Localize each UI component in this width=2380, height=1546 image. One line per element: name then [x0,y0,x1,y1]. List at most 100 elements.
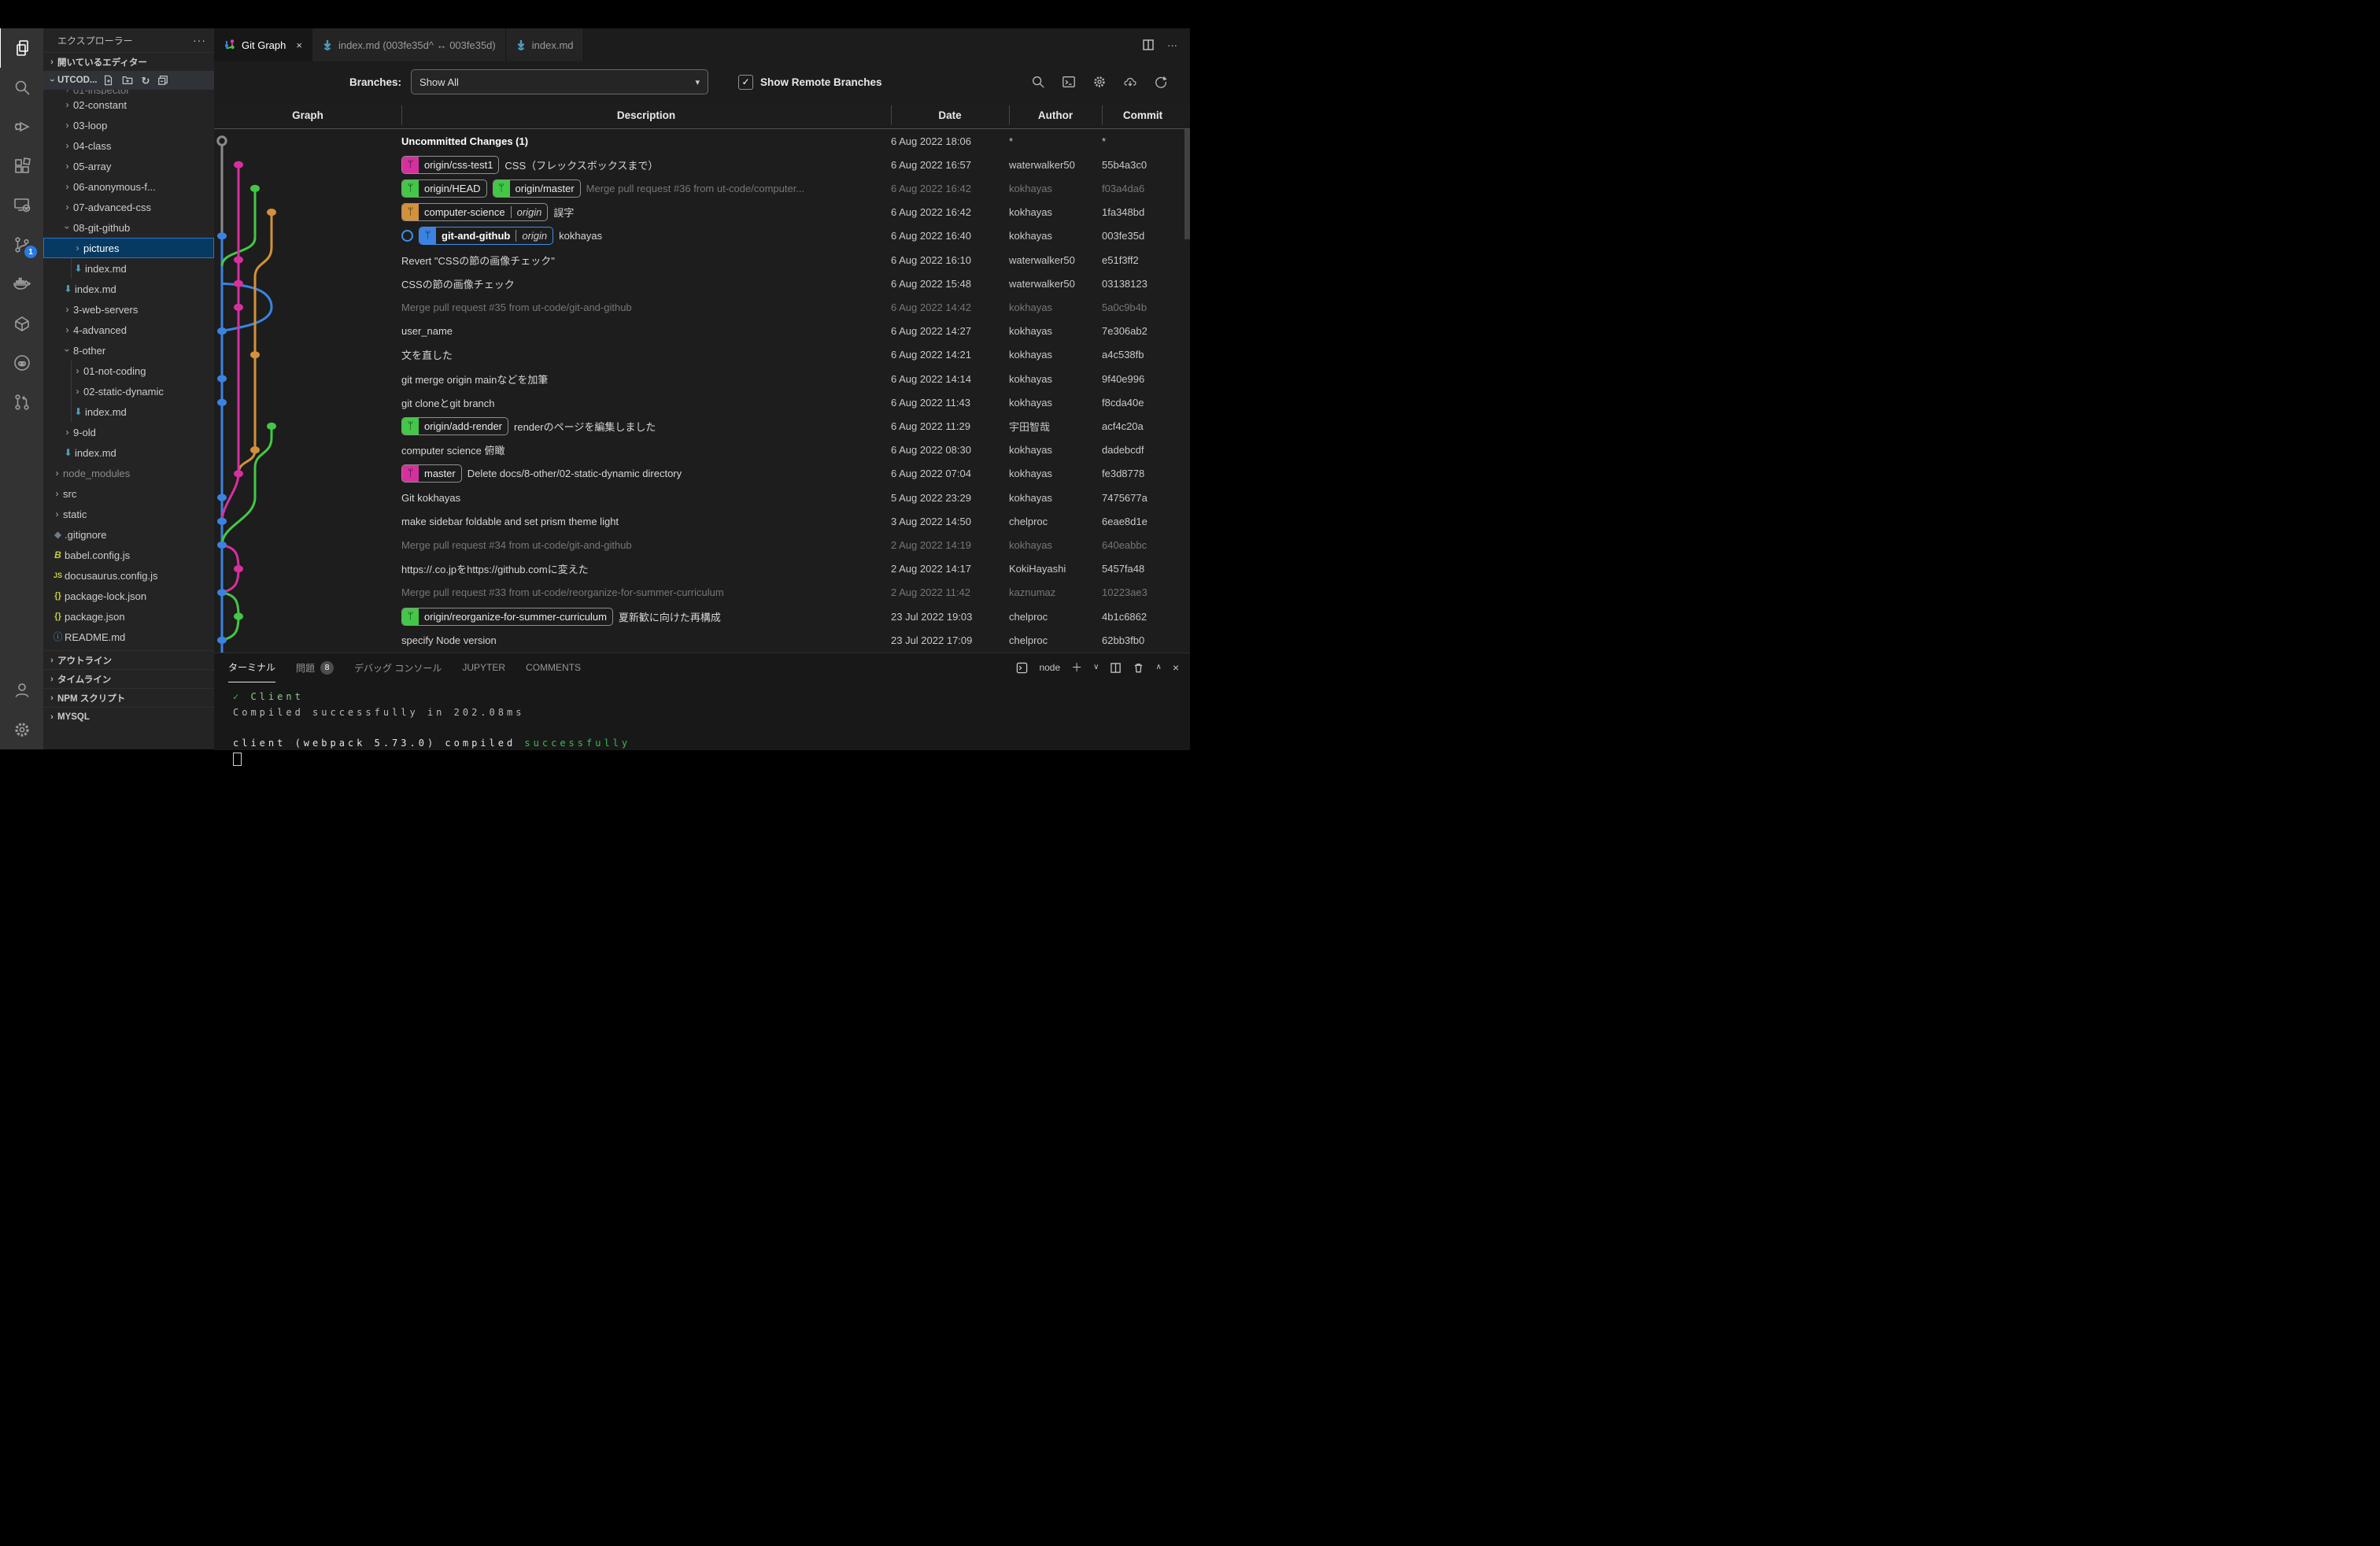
commit-row[interactable]: 文を直した6 Aug 2022 14:21kokhayasa4c538fb [214,343,1190,367]
tree-item-index-md[interactable]: ⬇index.md [43,442,214,463]
tree-item-04-class[interactable]: ›04-class [43,135,214,156]
close-tab-icon[interactable]: × [296,39,302,51]
commit-row[interactable]: Merge pull request #33 from ut-code/reor… [214,581,1190,605]
sidebar-section-mysql[interactable]: ›MYSQL [43,707,214,726]
close-panel-icon[interactable]: × [1173,662,1179,673]
tree-item-01-not-coding[interactable]: ›01-not-coding [43,361,214,381]
extensions-icon[interactable] [0,146,43,186]
account-icon[interactable] [0,671,43,710]
refresh-explorer-icon[interactable]: ↻ [141,76,150,86]
split-editor-icon[interactable] [1142,39,1155,51]
commit-row[interactable]: Git kokhayas5 Aug 2022 23:29kokhayas7475… [214,486,1190,509]
commit-row[interactable]: make sidebar foldable and set prism them… [214,509,1190,533]
col-date[interactable]: Date [891,102,1009,128]
tree-item-02-static-dynamic[interactable]: ›02-static-dynamic [43,381,214,401]
tree-item-3-web-servers[interactable]: ›3-web-servers [43,299,214,320]
run-debug-icon[interactable] [0,107,43,146]
tree-item-06-anonymous-f-[interactable]: ›06-anonymous-f... [43,176,214,197]
branches-dropdown[interactable]: Show All ▾ [411,69,708,94]
tree-item-index-md[interactable]: ⬇index.md [43,258,214,279]
sidebar-section-npm-[interactable]: ›NPM スクリプト [43,688,214,707]
remote-explorer-icon[interactable] [0,186,43,225]
commit-row[interactable]: ᛘmasterDelete docs/8-other/02-static-dyn… [214,462,1190,486]
commit-row[interactable]: CSSの節の画像チェック6 Aug 2022 15:48waterwalker5… [214,272,1190,295]
commit-row[interactable]: Merge pull request #35 from ut-code/git-… [214,295,1190,319]
editor-more-icon[interactable]: ··· [1167,39,1177,51]
explorer-more-icon[interactable]: ··· [193,34,206,46]
graph-settings-icon[interactable] [1092,75,1107,89]
panel-tab--[interactable]: 問題8 [296,653,334,682]
tree-item-4-advanced[interactable]: ›4-advanced [43,320,214,340]
commit-row[interactable]: git merge origin mainなどを加筆6 Aug 2022 14:… [214,367,1190,390]
commit-row[interactable]: computer science 俯瞰6 Aug 2022 08:30kokha… [214,438,1190,462]
commit-row[interactable]: ᛘorigin/css-test1CSS（フレックスボックスまで）6 Aug 2… [214,153,1190,176]
tree-item-node-modules[interactable]: ›node_modules [43,463,214,483]
tree-item-pictures[interactable]: ›pictures [43,238,214,258]
pull-request-icon[interactable] [0,383,43,422]
tab-git-graph[interactable]: Git Graph × [214,28,312,61]
panel-tab-jupyter[interactable]: JUPYTER [462,653,505,682]
commit-row[interactable]: user_name6 Aug 2022 14:27kokhayas7e306ab… [214,320,1190,343]
search-icon[interactable] [0,68,43,107]
tree-item-index-md[interactable]: ⬇index.md [43,279,214,299]
branch-tag[interactable]: ᛘorigin/HEAD [401,179,487,198]
tree-item-08-git-github[interactable]: ›08-git-github [43,217,214,238]
col-description[interactable]: Description [401,102,891,128]
split-terminal-icon[interactable] [1110,662,1122,674]
tree-item-index-md[interactable]: ⬇index.md [43,401,214,422]
new-folder-icon[interactable] [122,75,133,86]
tree-item-02-constant[interactable]: ›02-constant [43,94,214,115]
branch-tag[interactable]: ᛘorigin/master [493,179,581,198]
branch-tag[interactable]: ᛘcomputer-scienceorigin [401,203,548,221]
sidebar-section--[interactable]: ›アウトライン [43,650,214,669]
tree-item-readme-md[interactable]: ⓘREADME.md [43,627,214,647]
settings-gear-icon[interactable] [0,710,43,749]
panel-tab-comments[interactable]: COMMENTS [526,653,581,682]
maximize-panel-icon[interactable]: ∧ [1155,664,1161,671]
new-terminal-icon[interactable]: ＋ [1071,662,1082,673]
branch-tag[interactable]: ᛘorigin/add-render [401,417,508,435]
source-control-icon[interactable]: 1 [0,225,43,264]
cloud-download-icon[interactable] [1123,75,1137,89]
trash-icon[interactable] [1133,662,1144,674]
tree-item-static[interactable]: ›static [43,504,214,524]
commit-row[interactable]: ᛘcomputer-scienceorigin誤字6 Aug 2022 16:4… [214,201,1190,224]
new-file-icon[interactable] [103,75,114,86]
panel-tab--[interactable]: ターミナル [228,653,275,682]
tree-item-05-array[interactable]: ›05-array [43,156,214,176]
shell-label[interactable]: node [1039,662,1060,673]
tab-index-md[interactable]: index.md [506,28,584,61]
sidebar-section--[interactable]: ›タイムライン [43,669,214,688]
explorer-icon[interactable] [0,28,44,68]
collapse-all-icon[interactable] [157,75,168,86]
workspace-section[interactable]: › UTCOD... ↻ [43,71,214,90]
graph-search-icon[interactable] [1031,75,1045,89]
graph-terminal-icon[interactable] [1062,75,1076,89]
commit-row[interactable]: specify Node version23 Jul 2022 17:09che… [214,628,1190,652]
tree-item-package-json[interactable]: {}package.json [43,606,214,627]
branch-tag[interactable]: ᛘorigin/css-test1 [401,156,499,174]
terminal-output[interactable]: ✓ ClientCompiled successfully in 202.08m… [214,682,1190,767]
commit-row[interactable]: Merge pull request #34 from ut-code/git-… [214,533,1190,557]
branch-tag[interactable]: ᛘorigin/reorganize-for-summer-curriculum [401,608,613,626]
tree-item-package-lock-json[interactable]: {}package-lock.json [43,586,214,606]
col-commit[interactable]: Commit [1102,102,1184,128]
tree-item-07-advanced-css[interactable]: ›07-advanced-css [43,197,214,217]
open-editors-section[interactable]: › 開いているエディター [43,52,214,71]
commit-row[interactable]: Uncommitted Changes (1)6 Aug 2022 18:06*… [214,129,1190,153]
tree-item-03-loop[interactable]: ›03-loop [43,115,214,135]
box-icon[interactable] [0,304,43,343]
tree-item--gitignore[interactable]: ◆.gitignore [43,524,214,545]
tree-item-8-other[interactable]: ›8-other [43,340,214,361]
commit-row[interactable]: git cloneとgit branch6 Aug 2022 11:43kokh… [214,390,1190,414]
panel-tab--[interactable]: デバッグ コンソール [354,653,442,682]
commit-row[interactable]: Revert "CSSの節の画像チェック"6 Aug 2022 16:10wat… [214,248,1190,272]
refresh-icon[interactable] [1154,75,1168,89]
tab-index-md-diff[interactable]: index.md (003fe35d^ ↔ 003fe35d) [312,28,506,61]
tree-item-babel-config-js[interactable]: Bbabel.config.js [43,545,214,565]
github-icon[interactable] [0,343,43,383]
tree-item-src[interactable]: ›src [43,483,214,504]
commit-row[interactable]: ᛘorigin/reorganize-for-summer-curriculum… [214,605,1190,628]
commit-row[interactable]: ᛘorigin/add-renderrenderのページを編集しました6 Aug… [214,414,1190,438]
commit-row[interactable]: https://.co.jpをhttps://github.comに変えた2 A… [214,557,1190,581]
